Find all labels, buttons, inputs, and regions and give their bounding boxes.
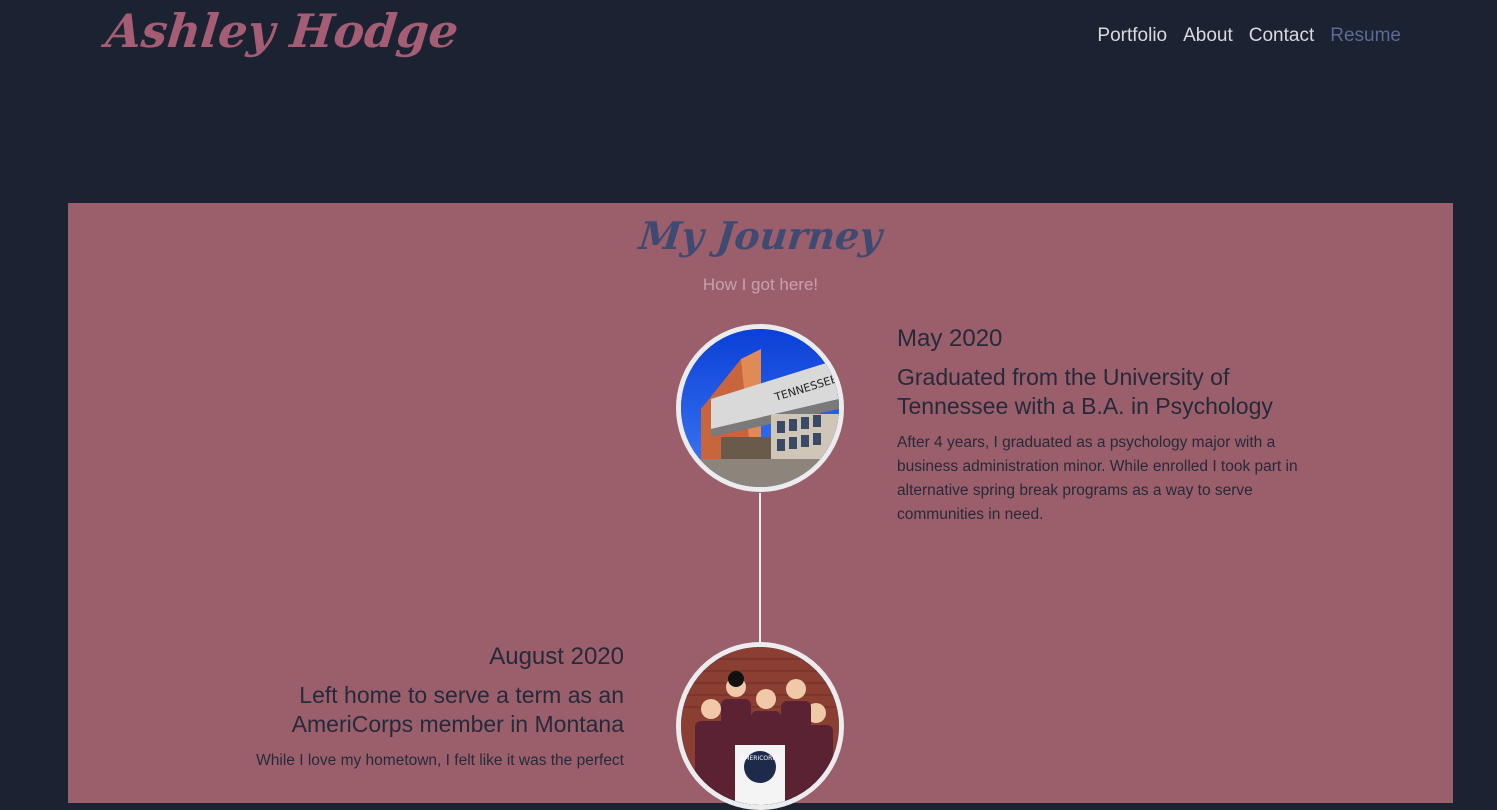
journey-section: My Journey How I got here! TENNESSEE May… [68,203,1453,810]
nav-links: Portfolio About Contact Resume [1097,25,1401,47]
sign-text: AMERICORPS [740,755,780,762]
entry-body: While I love my hometown, I felt like it… [256,752,624,769]
nav-link-resume[interactable]: Resume [1330,25,1401,47]
brand-logo[interactable]: Ashley Hodge [103,4,461,58]
section-subtitle: How I got here! [702,275,819,294]
timeline-entry-1: May 2020 Graduated from the University o… [897,323,1317,527]
nav-link-about[interactable]: About [1183,25,1233,47]
section-title: My Journey [637,213,884,258]
entry-body: After 4 years, I graduated as a psycholo… [897,434,1298,523]
entry-date: May 2020 [897,325,1003,352]
university-building-image: TENNESSEE [681,329,839,487]
timeline-photo-university: TENNESSEE [676,324,844,492]
navbar: Ashley Hodge Portfolio About Contact Res… [0,0,1497,90]
nav-link-portfolio[interactable]: Portfolio [1097,25,1167,47]
timeline-entry-2: August 2020 Left home to serve a term as… [208,641,624,773]
entry-heading: Graduated from the University of Tenness… [897,364,1273,419]
timeline-photo-americorps: AMERICORPS [676,642,844,810]
timeline-line [759,493,761,643]
americorps-group-image: AMERICORPS [681,647,839,805]
nav-link-contact[interactable]: Contact [1249,25,1314,47]
entry-date: August 2020 [489,643,624,670]
entry-heading: Left home to serve a term as an AmeriCor… [291,682,624,737]
